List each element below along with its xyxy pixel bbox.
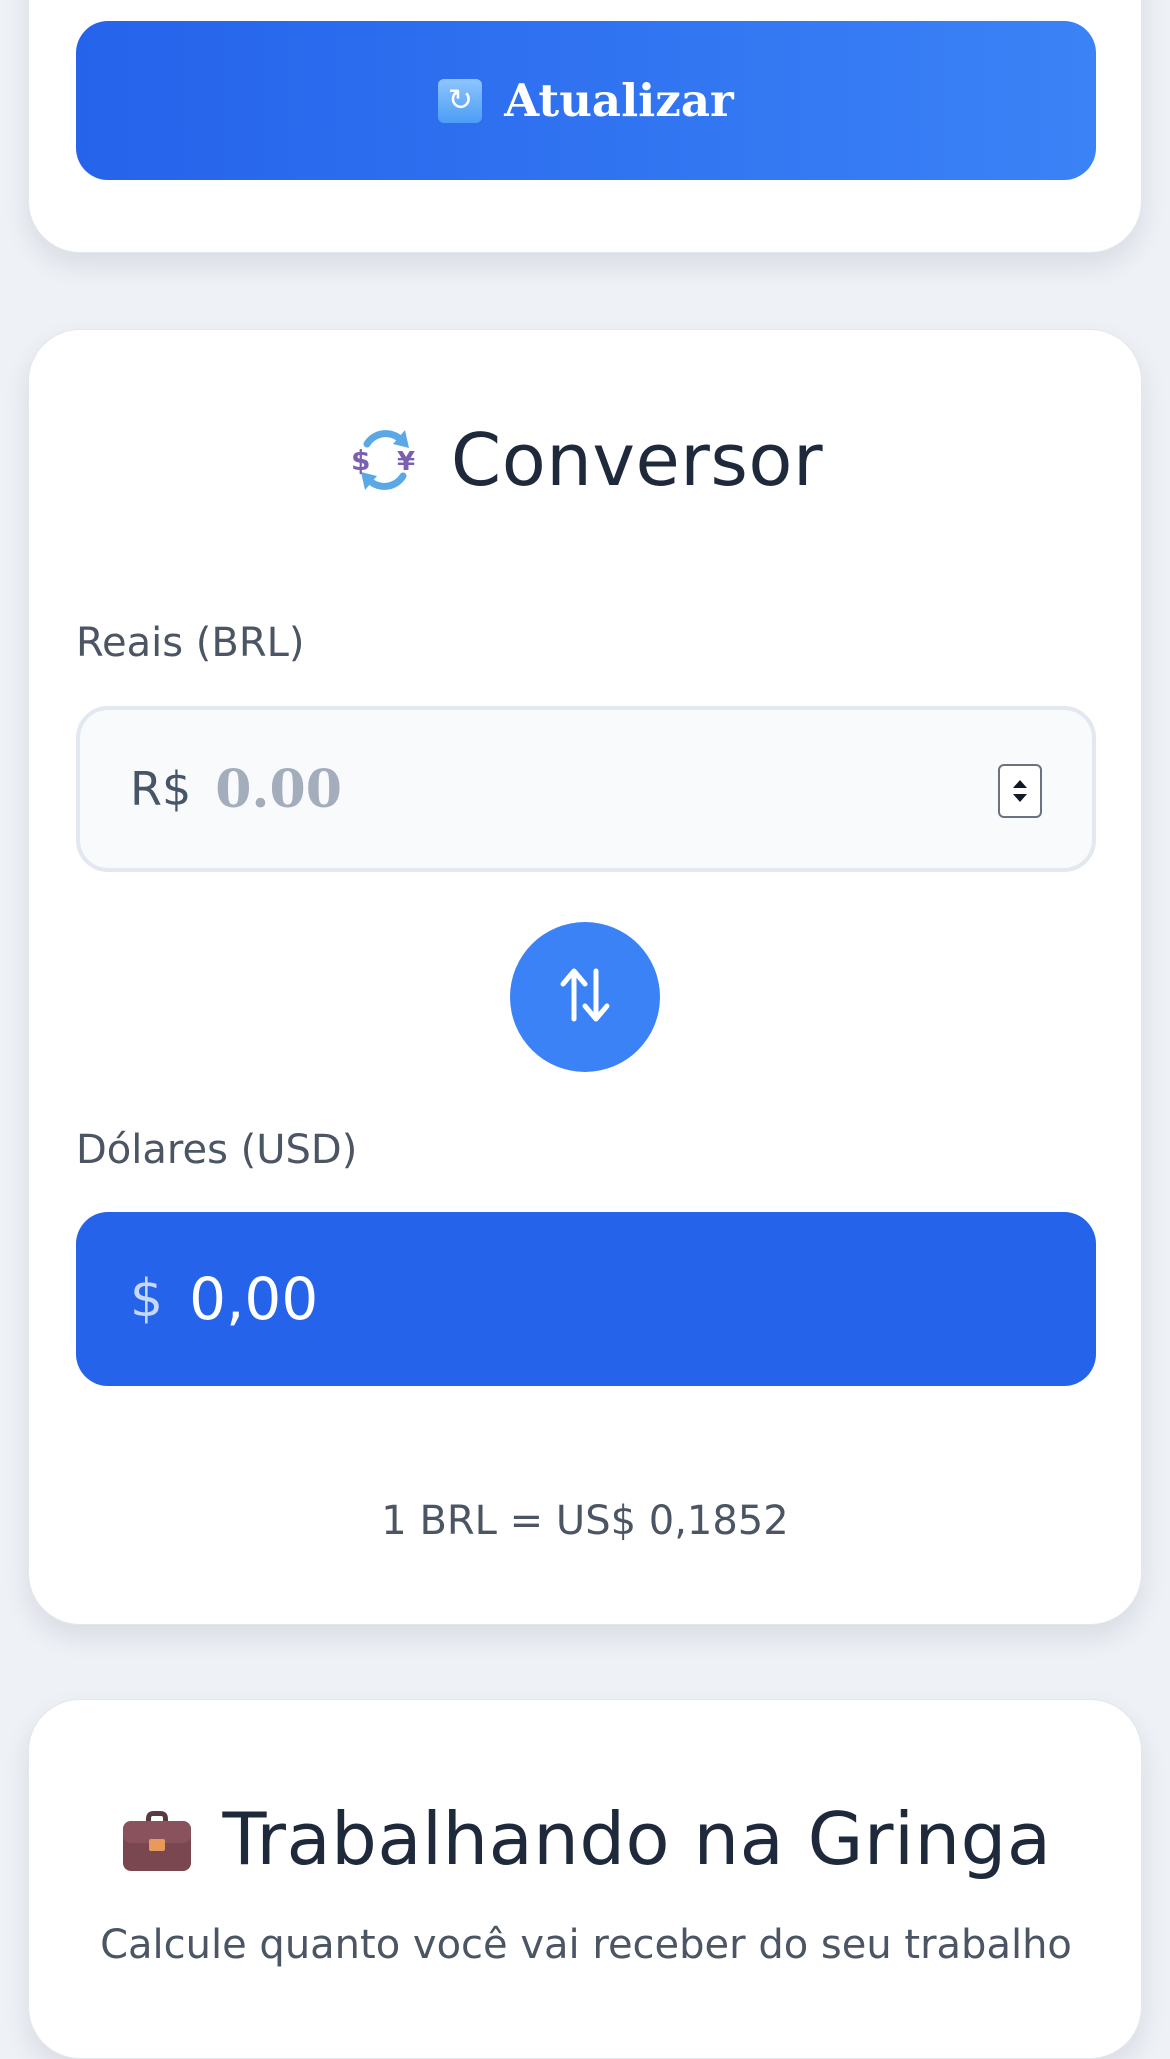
refresh-button[interactable]: ↻ Atualizar [76, 21, 1096, 180]
stepper-down-icon[interactable] [1013, 794, 1027, 802]
svg-text:$: $ [351, 444, 370, 477]
currency-exchange-icon: $ ¥ [347, 422, 423, 498]
svg-text:¥: ¥ [397, 447, 415, 477]
swap-arrows-icon [555, 963, 615, 1031]
refresh-icon: ↻ [438, 78, 483, 123]
swap-currencies-button[interactable] [510, 922, 660, 1072]
refresh-button-label: Atualizar [504, 74, 734, 127]
converter-title: Conversor [450, 418, 824, 502]
work-title: Trabalhando na Gringa [222, 1797, 1052, 1881]
brl-field[interactable]: R$ [76, 706, 1096, 872]
briefcase-icon [119, 1801, 195, 1877]
converter-card: $ ¥ Conversor Reais (BRL) R$ Dólares (US… [28, 329, 1142, 1625]
brl-label: Reais (BRL) [76, 620, 305, 666]
stepper-up-icon[interactable] [1013, 780, 1027, 788]
brl-prefix: R$ [130, 762, 192, 816]
brl-stepper[interactable] [998, 764, 1042, 818]
work-subtitle: Calcule quanto você vai receber do seu t… [100, 1922, 1072, 1968]
work-abroad-card: Trabalhando na Gringa Calcule quanto voc… [28, 1699, 1142, 2059]
usd-value: 0,00 [189, 1265, 319, 1333]
work-heading: Trabalhando na Gringa [29, 1792, 1141, 1886]
exchange-rate: 1 BRL = US$ 0,1852 [381, 1498, 789, 1544]
converter-heading: $ ¥ Conversor [29, 413, 1141, 507]
brl-input[interactable] [215, 749, 916, 829]
usd-result: $ 0,00 [76, 1212, 1096, 1386]
usd-prefix: $ [130, 1269, 164, 1329]
usd-label: Dólares (USD) [76, 1127, 358, 1173]
refresh-card: ↻ Atualizar [28, 0, 1142, 253]
